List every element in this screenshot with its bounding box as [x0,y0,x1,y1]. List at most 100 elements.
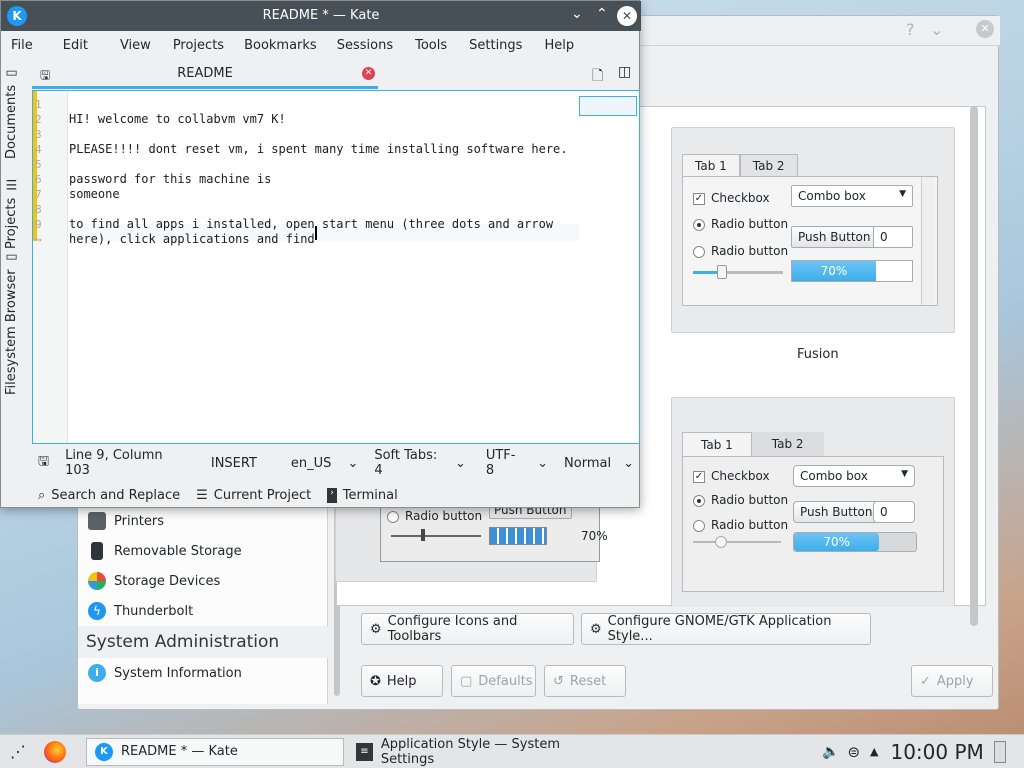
line-number: 1 [35,98,42,111]
checkmark-icon: ✓ [920,673,931,689]
sidebar-item-label: Storage Devices [114,573,221,589]
task-kate[interactable]: K README * — Kate [86,737,344,766]
settings-app-icon: ≡ [356,742,373,761]
code-line: PLEASE!!!! dont reset vm, i spent many t… [69,142,568,156]
terminal-icon: › [327,487,337,503]
style-preview-card[interactable]: Tab 1 Tab 2 ✓ Checkbox Radio button Radio… [671,397,955,607]
system-tray-expand-icon[interactable]: ▲ [870,745,878,758]
volume-icon[interactable]: 🔈 [822,744,839,760]
list-icon: ☰ [196,487,208,503]
toolview-current-project[interactable]: ☰ Current Project [196,488,311,503]
sidebar-item-removable-storage[interactable]: Removable Storage [78,536,328,566]
document-tab-bar: 🖫 README ✕ 🗋 ◫ [32,61,639,89]
maximize-icon[interactable]: ⌃ [596,6,608,22]
cursor-position[interactable]: Line 9, Column 103 [55,448,189,478]
combo-box-preview: Combo box ▼ [793,465,915,487]
push-button-preview: Push Button [793,501,880,523]
task-system-settings[interactable]: ≡ Application Style — System Settings [348,737,610,767]
kate-app-icon: K [95,742,113,761]
menu-tools[interactable]: Tools [403,38,457,53]
progress-label: 70% [581,529,608,543]
clock[interactable]: 10:00 PM [890,740,983,764]
section-header: System Administration [78,626,328,658]
list-icon: ☰ [5,178,18,194]
kate-titlebar[interactable]: K README * — Kate ⌄ ⌃ ✕ [1,1,641,31]
style-name-label: Fusion [797,347,839,362]
folder-icon: ▭ [5,249,18,265]
progress-fill: 70% [792,261,876,281]
menu-file[interactable]: File [1,38,43,53]
preview-tab-1: Tab 1 [682,432,752,457]
preview-tabs: Tab 1 Tab 2 [682,432,824,457]
sidebar-item-system-information[interactable]: i System Information [78,658,328,688]
minimize-icon[interactable]: ⌄ [571,6,583,22]
app-launcher-icon[interactable]: ⋰ [0,742,36,761]
side-panel-tabs: Documents ▭ Projects ☰ Filesystem Browser ▭ [1,59,31,399]
text-editor[interactable]: 1 2 3 4 5 6 7 8 9 ↪ HI! welcome to collabvm vm7 K… [32,90,640,444]
configure-icon: ⚙ [590,621,602,637]
dictionary-selector[interactable]: en_US ⌄ [263,456,364,471]
sidebar-item-thunderbolt[interactable]: ϟ Thunderbolt [78,596,328,626]
line-number-gutter: 1 2 3 4 5 6 7 8 9 ↪ [33,91,68,443]
menu-edit[interactable]: Edit [43,38,98,53]
new-tab-icon[interactable]: 🗋 [592,65,603,89]
preview-box: ✓ Checkbox Radio button Radio button Comb… [682,456,944,592]
show-desktop-button[interactable] [993,740,1006,763]
configure-icon: ⚙ [370,621,382,637]
sidetab-filesystem-browser[interactable]: Filesystem Browser ▭ [4,249,19,395]
defaults-button[interactable]: ▢ Defaults [451,665,536,697]
configure-gtk-style-button[interactable]: ⚙ Configure GNOME/GTK Application Style..… [581,613,871,645]
tool-view-bar: ⌕ Search and Replace ☰ Current Project › Te… [32,483,640,507]
chevron-down-icon: ⌄ [347,455,359,471]
menu-projects[interactable]: Projects [161,38,234,53]
configure-icons-toolbars-button[interactable]: ⚙ Configure Icons and Toolbars [361,613,574,645]
sidetab-documents[interactable]: Documents ▭ [4,65,19,159]
close-icon[interactable]: ✕ [617,6,637,26]
toolview-search-replace[interactable]: ⌕ Search and Replace [32,488,180,503]
input-mode[interactable]: INSERT [189,456,263,471]
line-number: ↪ [35,233,42,246]
line-number: 7 [35,188,42,201]
apply-button[interactable]: ✓ Apply [911,665,993,697]
help-button[interactable]: ✪ Help [361,665,443,697]
network-icon[interactable]: ⊜ [847,743,860,761]
kate-window: K README * — Kate ⌄ ⌃ ✕ File Edit View P… [0,0,641,508]
minimize-icon[interactable]: ⌄ [930,20,943,39]
close-icon[interactable]: ✕ [976,20,994,38]
progress-preview [489,527,547,545]
sidebar-item-printers[interactable]: Printers [78,506,328,536]
style-preview-card[interactable]: Radio button Push Button 70% [335,497,608,582]
sidebar-item-label: Removable Storage [114,543,242,559]
document-modified-icon: 🖫 [38,454,50,469]
help-icon[interactable]: ? [906,20,915,39]
preview-tabs: Tab 1 Tab 2 [682,154,798,178]
push-button-preview: Push Button [791,226,878,248]
preview-area-scrollbar[interactable] [970,106,978,626]
line-number: 5 [35,158,42,171]
close-tab-icon[interactable]: ✕ [362,67,375,80]
sidetab-projects[interactable]: Projects ☰ [4,178,19,249]
indentation-selector[interactable]: Soft Tabs: 4 ⌄ [364,448,472,478]
reset-button[interactable]: ↺ Reset [544,665,626,697]
menu-view[interactable]: View [98,38,161,53]
line-number: 8 [35,203,42,216]
firefox-icon[interactable] [44,740,66,763]
line-number: 3 [35,128,42,141]
progress-fill: 70% [794,533,880,551]
sidebar-item-storage-devices[interactable]: Storage Devices [78,566,328,596]
search-icon: ⌕ [38,487,46,503]
menu-settings[interactable]: Settings [457,38,532,53]
minimap[interactable] [579,96,637,116]
menu-help[interactable]: Help [532,38,584,53]
sidebar-item-label: Thunderbolt [114,603,194,619]
highlighting-selector[interactable]: Normal ⌄ [554,456,640,471]
split-view-icon[interactable]: ◫ [618,64,631,80]
preview-scrollbar [921,177,935,305]
menu-sessions[interactable]: Sessions [327,38,403,53]
menu-bookmarks[interactable]: Bookmarks [234,38,327,53]
encoding-selector[interactable]: UTF-8 ⌄ [472,448,554,478]
style-preview-card-fusion[interactable]: Tab 1 Tab 2 ✓ Checkbox Radio button Radio… [671,127,955,333]
tab-readme[interactable]: 🖫 README ✕ [32,61,378,89]
text-cursor [315,226,317,240]
toolview-terminal[interactable]: › Terminal [327,487,398,503]
